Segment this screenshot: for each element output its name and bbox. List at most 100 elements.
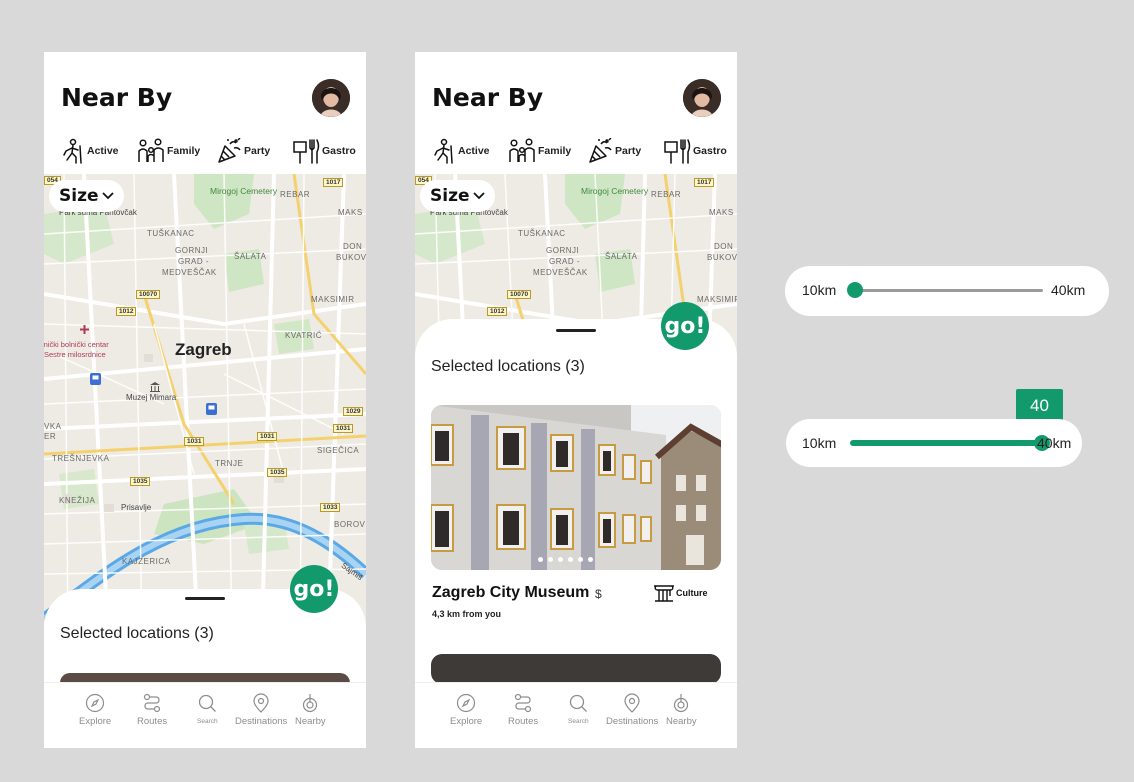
category-active[interactable]: Active xyxy=(61,134,119,168)
carousel-dot[interactable] xyxy=(568,557,573,562)
tab-explore[interactable]: Explore xyxy=(450,693,482,727)
location-distance: 4,3 km from you xyxy=(432,609,502,619)
carousel-dot[interactable] xyxy=(548,557,553,562)
map-label: GORNJI xyxy=(175,246,209,255)
search-icon xyxy=(199,694,217,712)
culture-column-icon xyxy=(654,585,674,602)
map-label: TREŠNJEVKA xyxy=(52,454,110,463)
map-label: MEDVEŠČAK xyxy=(162,268,217,277)
page-title: Near By xyxy=(61,83,173,112)
road-number-badge: 10070 xyxy=(507,290,532,299)
map-label: SIGEČICA xyxy=(317,446,360,455)
map-label: MAKSIMIR xyxy=(697,295,737,304)
tram-station-icon[interactable] xyxy=(90,373,101,385)
location-photo-carousel[interactable] xyxy=(431,405,721,570)
location-category-label: Culture xyxy=(676,588,708,598)
category-party[interactable]: Party xyxy=(216,134,270,168)
location-pin-icon xyxy=(253,693,269,713)
map-label: GORNJI xyxy=(546,246,580,255)
map-label: ŠALATA xyxy=(605,252,638,261)
size-filter-label: Size xyxy=(59,186,99,206)
tab-explore[interactable]: Explore xyxy=(79,693,111,727)
go-button[interactable]: go! xyxy=(661,302,709,350)
party-popper-icon xyxy=(589,138,612,163)
location-price: $ xyxy=(595,587,602,601)
road-number-badge: 1029 xyxy=(343,407,364,416)
carousel-dot[interactable] xyxy=(578,557,583,562)
tab-destinations[interactable]: Destinations xyxy=(235,693,287,727)
road-number-badge: 1033 xyxy=(320,503,341,512)
tab-routes[interactable]: Routes xyxy=(137,693,167,727)
tab-label: Nearby xyxy=(666,716,697,727)
category-gastro[interactable]: Gastro xyxy=(663,134,727,168)
avatar[interactable] xyxy=(312,79,350,117)
header: Near By Active Family Party Gastro xyxy=(44,52,366,174)
carousel-dot[interactable] xyxy=(558,557,563,562)
compass-icon xyxy=(457,693,476,713)
slider-track[interactable] xyxy=(855,289,1043,292)
size-filter-dropdown[interactable]: Size xyxy=(420,180,495,212)
museum-marker-icon[interactable] xyxy=(150,382,160,392)
chevron-down-icon xyxy=(101,192,114,200)
party-popper-icon xyxy=(218,138,241,163)
tab-search[interactable]: Search xyxy=(568,693,589,725)
category-party[interactable]: Party xyxy=(587,134,641,168)
location-photo-peek[interactable] xyxy=(431,654,721,684)
map-label: MAKS xyxy=(338,208,363,217)
category-family[interactable]: Family xyxy=(508,134,571,168)
tab-nearby[interactable]: Nearby xyxy=(666,693,697,727)
family-icon xyxy=(509,138,535,162)
selected-locations-title: Selected locations (3) xyxy=(60,625,214,642)
size-filter-label: Size xyxy=(430,186,470,206)
category-label: Family xyxy=(538,145,572,157)
carousel-dots xyxy=(538,557,593,562)
go-button[interactable]: go! xyxy=(290,565,338,613)
avatar[interactable] xyxy=(683,79,721,117)
user-photo xyxy=(312,79,350,117)
distance-slider-default: 10km 40km xyxy=(785,266,1109,316)
category-family[interactable]: Family xyxy=(137,134,200,168)
tab-search[interactable]: Search xyxy=(197,693,218,725)
hospital-marker-icon xyxy=(80,325,89,334)
tram-station-icon[interactable] xyxy=(206,403,217,415)
tab-destinations[interactable]: Destinations xyxy=(606,693,658,727)
carousel-dot[interactable] xyxy=(538,557,543,562)
carousel-dot[interactable] xyxy=(588,557,593,562)
header: Near By Active Family Party Gastro xyxy=(415,52,737,174)
map-label: TUŠKANAC xyxy=(518,229,566,238)
category-gastro[interactable]: Gastro xyxy=(292,134,356,168)
category-active[interactable]: Active xyxy=(432,134,490,168)
map-label: VKA xyxy=(44,422,62,431)
tab-routes[interactable]: Routes xyxy=(508,693,538,727)
slider-knob[interactable] xyxy=(847,282,863,298)
user-photo xyxy=(683,79,721,117)
road-number-badge: 1035 xyxy=(267,468,288,477)
nearby-list-screen: Mirogoj Cemetery Park šuma Pantovčak TUŠ… xyxy=(415,52,737,748)
sheet-drag-handle[interactable] xyxy=(185,597,225,600)
bottom-tab-bar: Explore Routes Search Destinations Nearb… xyxy=(415,682,737,748)
chevron-down-icon xyxy=(472,192,485,200)
route-icon xyxy=(514,693,532,713)
category-filter-bar: Active Family Party Gastro xyxy=(44,134,366,168)
road-number-badge: 1012 xyxy=(116,307,137,316)
category-label: Family xyxy=(167,145,201,157)
size-filter-dropdown[interactable]: Size xyxy=(49,180,124,212)
tab-nearby[interactable]: Nearby xyxy=(295,693,326,727)
map-label: MEDVEŠČAK xyxy=(533,268,588,277)
road-number-badge: 1031 xyxy=(257,432,278,441)
slider-track-filled[interactable] xyxy=(850,440,1042,446)
category-label: Party xyxy=(615,145,642,157)
sheet-drag-handle[interactable] xyxy=(556,329,596,332)
map-label: MAKSIMIR xyxy=(311,295,355,304)
tab-label: Destinations xyxy=(235,716,288,727)
slider-min-label: 10km xyxy=(802,282,837,298)
hiking-icon xyxy=(63,138,82,164)
category-label: Gastro xyxy=(322,145,356,157)
map-label: TRNJE xyxy=(215,459,244,468)
location-name[interactable]: Zagreb City Museum xyxy=(432,584,589,602)
map-label: REBAR xyxy=(280,190,311,199)
map-label: Mirogoj Cemetery xyxy=(210,186,278,196)
family-icon xyxy=(138,138,164,162)
map-label: BUKOV xyxy=(336,253,366,262)
tab-label: Search xyxy=(568,718,589,725)
